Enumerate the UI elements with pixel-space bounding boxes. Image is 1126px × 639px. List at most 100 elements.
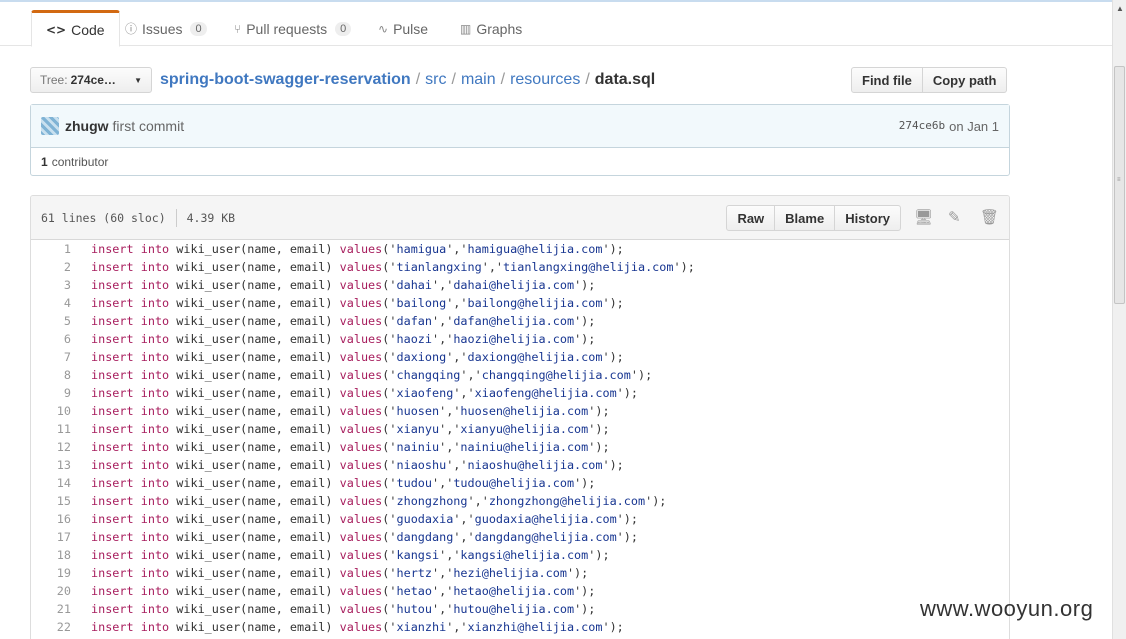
sql-keyword: into — [140, 368, 170, 382]
code-line: 4 insert into wiki_user(name, email) valu… — [31, 294, 1009, 312]
sql-keyword: values — [339, 584, 383, 598]
sql-table: wiki_user(name, email) — [176, 404, 333, 418]
avatar[interactable] — [41, 117, 59, 135]
code-line: 20 insert into wiki_user(name, email) val… — [31, 582, 1009, 600]
tab-issues[interactable]: ⓘ Issues 0 — [111, 10, 221, 47]
sql-string-name: changqing — [396, 368, 461, 382]
line-number[interactable]: 9 — [31, 386, 71, 400]
sql-table: wiki_user(name, email) — [176, 332, 333, 346]
sql-string-name: huosen — [396, 404, 440, 418]
contributors-row[interactable]: 1 contributor — [31, 148, 1009, 176]
pull-request-icon: ⑂ — [234, 21, 242, 36]
sql-keyword: into — [140, 350, 170, 364]
line-number[interactable]: 18 — [31, 548, 71, 562]
tab-graphs[interactable]: ▥ Graphs — [446, 10, 536, 47]
find-file-button[interactable]: Find file — [851, 67, 923, 93]
line-number[interactable]: 16 — [31, 512, 71, 526]
code-line: 11 insert into wiki_user(name, email) val… — [31, 420, 1009, 438]
tab-pull-requests[interactable]: ⑂ Pull requests 0 — [220, 10, 365, 47]
page-scrollbar[interactable]: ▲ ≡ — [1112, 0, 1126, 639]
sql-keyword: insert — [91, 494, 134, 508]
line-number[interactable]: 2 — [31, 260, 71, 274]
code-text: insert into wiki_user(name, email) value… — [91, 548, 610, 562]
scroll-up-icon[interactable]: ▲ — [1116, 4, 1124, 13]
tab-issues-label: Issues — [142, 20, 183, 37]
sql-keyword: values — [339, 404, 383, 418]
breadcrumb-repo-link[interactable]: spring-boot-swagger-reservation — [160, 71, 411, 89]
copy-path-button[interactable]: Copy path — [922, 67, 1008, 93]
code-text: insert into wiki_user(name, email) value… — [91, 476, 596, 490]
file-action-buttons: Raw Blame History — [726, 205, 901, 231]
sql-keyword: values — [339, 314, 383, 328]
code-line: 7 insert into wiki_user(name, email) valu… — [31, 348, 1009, 366]
code-line: 19 insert into wiki_user(name, email) val… — [31, 564, 1009, 582]
sql-string-email: tianlangxing@helijia.com — [503, 260, 674, 274]
tab-code[interactable]: <> Code — [31, 10, 120, 47]
branch-selector-button[interactable]: Tree: 274ce… ▼ — [30, 67, 152, 93]
branch-value: 274ce… — [70, 73, 116, 87]
sql-table: wiki_user(name, email) — [176, 368, 333, 382]
sql-keyword: insert — [91, 530, 134, 544]
line-number[interactable]: 11 — [31, 422, 71, 436]
code-line: 3 insert into wiki_user(name, email) valu… — [31, 276, 1009, 294]
commit-sha-link[interactable]: 274ce6b — [899, 119, 945, 134]
sql-table: wiki_user(name, email) — [176, 548, 333, 562]
line-number[interactable]: 1 — [31, 242, 71, 256]
commit-author-link[interactable]: zhugw — [65, 118, 109, 134]
line-number[interactable]: 13 — [31, 458, 71, 472]
sql-string-email: hutou@helijia.com — [453, 602, 575, 616]
contributors-label: contributor — [51, 155, 109, 169]
sql-table: wiki_user(name, email) — [176, 530, 333, 544]
code-text: insert into wiki_user(name, email) value… — [91, 458, 624, 472]
watermark: www.wooyun.org — [920, 596, 1094, 621]
sql-table: wiki_user(name, email) — [176, 314, 333, 328]
tab-pulse[interactable]: ∿ Pulse — [364, 10, 442, 47]
sql-keyword: values — [339, 422, 383, 436]
sql-string-email: niaoshu@helijia.com — [467, 458, 603, 472]
line-number[interactable]: 8 — [31, 368, 71, 382]
code-line: 12 insert into wiki_user(name, email) val… — [31, 438, 1009, 456]
line-number[interactable]: 12 — [31, 440, 71, 454]
line-number[interactable]: 22 — [31, 620, 71, 634]
scrollbar-thumb[interactable]: ≡ — [1114, 66, 1125, 304]
code-line: 1 insert into wiki_user(name, email) valu… — [31, 240, 1009, 258]
line-number[interactable]: 21 — [31, 602, 71, 616]
code-text: insert into wiki_user(name, email) value… — [91, 512, 638, 526]
blame-button[interactable]: Blame — [774, 205, 836, 231]
line-number[interactable]: 5 — [31, 314, 71, 328]
line-number[interactable]: 14 — [31, 476, 71, 490]
breadcrumb-main-link[interactable]: main — [461, 71, 496, 89]
line-number[interactable]: 4 — [31, 296, 71, 310]
sql-keyword: insert — [91, 404, 134, 418]
desktop-icon[interactable]: 🖥 — [914, 208, 933, 226]
line-number[interactable]: 19 — [31, 566, 71, 580]
line-number[interactable]: 6 — [31, 332, 71, 346]
code-text: insert into wiki_user(name, email) value… — [91, 404, 610, 418]
sql-keyword: into — [140, 458, 170, 472]
sql-table: wiki_user(name, email) — [176, 440, 333, 454]
breadcrumb-resources-link[interactable]: resources — [510, 71, 580, 89]
commit-message-link[interactable]: first commit — [113, 118, 185, 134]
line-number[interactable]: 15 — [31, 494, 71, 508]
line-number[interactable]: 17 — [31, 530, 71, 544]
pencil-icon[interactable]: ✎ — [948, 208, 961, 226]
raw-button[interactable]: Raw — [726, 205, 776, 231]
history-button[interactable]: History — [834, 205, 901, 231]
line-number[interactable]: 7 — [31, 350, 71, 364]
breadcrumb-src-link[interactable]: src — [425, 71, 446, 89]
commit-tease: zhugw first commit 274ce6b on Jan 1 1 co… — [30, 104, 1010, 176]
sql-keyword: values — [339, 548, 383, 562]
sql-keyword: into — [140, 602, 170, 616]
sql-string-email: huosen@helijia.com — [460, 404, 589, 418]
line-number[interactable]: 20 — [31, 584, 71, 598]
graph-icon: ▥ — [460, 21, 472, 36]
code-line: 5 insert into wiki_user(name, email) valu… — [31, 312, 1009, 330]
sql-keyword: into — [140, 404, 170, 418]
line-number[interactable]: 3 — [31, 278, 71, 292]
tab-graphs-label: Graphs — [476, 20, 523, 37]
sql-keyword: into — [140, 296, 170, 310]
line-number[interactable]: 10 — [31, 404, 71, 418]
sql-string-name: tianlangxing — [396, 260, 482, 274]
trash-icon[interactable]: 🗑 — [980, 208, 999, 226]
file-size: 4.39 KB — [186, 210, 236, 225]
